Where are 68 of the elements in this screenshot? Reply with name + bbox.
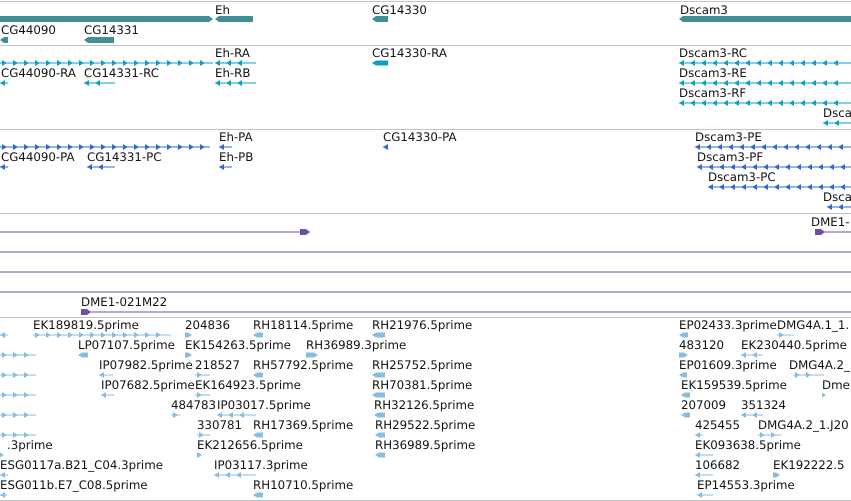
feature-label: CG14330-RA (372, 46, 447, 60)
feature-label: RH70381.5prime (372, 378, 472, 392)
feature-label: .3prime (7, 438, 53, 452)
feature-label: EK154263.5prime (185, 338, 291, 352)
feature-label: DMG4A.2_1.J20 (758, 418, 849, 432)
feature-label: EK164923.5prime (195, 378, 301, 392)
feature-label: 207009 (681, 398, 726, 412)
feature-label: Dscam3 (680, 3, 728, 17)
feature-label: EK159539.5prime (681, 378, 787, 392)
feature-label: Dsca (823, 190, 851, 204)
feature-label: EP14553.3prime (697, 478, 795, 492)
feature-label: DMG4A.1_1. (777, 318, 850, 332)
feature-label: DMG4A.2_ (789, 358, 850, 372)
feature-label: RH17369.5prime (253, 418, 354, 432)
feature-label: LP07107.5prime (78, 338, 175, 352)
feature-label: Eh-RA (215, 46, 250, 60)
feature-label: 106682 (695, 458, 740, 472)
feature-label: CG14331 (84, 23, 139, 37)
feature-label: Dscam3-RE (679, 66, 747, 80)
feature-label: Dscam3-PF (697, 150, 764, 164)
feature-label: CG14331-PC (87, 150, 162, 164)
feature-label: RH36989.5prime (375, 438, 476, 452)
feature-label: EK192222.5 (773, 458, 844, 472)
feature-label: RH29522.5prime (375, 418, 476, 432)
feature-label: EP02433.3prime (679, 318, 777, 332)
feature-label: IP03117.3prime (214, 458, 308, 472)
feature-label: RH18114.5prime (253, 318, 354, 332)
feature-label: Dscam3-PE (695, 130, 762, 144)
feature-label: EK212656.5prime (197, 438, 303, 452)
feature-label: Dscam3-PC (708, 170, 776, 184)
feature-label: Dscam3-RF (679, 86, 746, 100)
feature-label: IP07982.5prime (99, 358, 193, 372)
feature-label: CG14330-PA (383, 130, 457, 144)
feature-label: RH36989.3prime (306, 338, 406, 352)
feature-label: CG44090-RA (1, 66, 76, 80)
feature-label: Dmel (822, 378, 851, 392)
feature-label: IP07682.5prime (101, 378, 195, 392)
feature-label: CG44090 (1, 23, 56, 37)
feature-label: Eh-RB (215, 66, 250, 80)
feature-label: EK230440.5prime (741, 338, 847, 352)
feature-label: RH32126.5prime (374, 398, 474, 412)
feature-label: ESG0117a.B21_C04.3prime (0, 458, 163, 472)
feature-label: IP03017.5prime (217, 398, 311, 412)
feature-label: RH10710.5prime (253, 478, 354, 492)
feature-label: EK189819.5prime (33, 318, 139, 332)
feature-label: RH57792.5prime (253, 358, 354, 372)
feature-label: Dscam3-RC (679, 46, 748, 60)
feature-label: CG14330 (372, 3, 427, 17)
feature-label: Dsca (823, 106, 851, 120)
feature-label: Eh (215, 3, 230, 17)
feature-label: DME1-021M22 (81, 295, 168, 309)
feature-label: EP01609.3prime (679, 358, 777, 372)
feature-label: 330781 (197, 418, 242, 432)
feature-label: DME1- (811, 215, 850, 229)
feature-label: Eh-PA (219, 130, 253, 144)
feature-label: ESG011b.E7_C08.5prime (0, 478, 148, 492)
feature-label: 483120 (679, 338, 724, 352)
feature-label: 204836 (185, 318, 230, 332)
feature-label: CG44090-PA (1, 150, 75, 164)
feature-label: Eh-PB (219, 150, 254, 164)
feature-label: EK093638.5prime (695, 438, 801, 452)
feature-label: 351324 (741, 398, 786, 412)
feature-label: 484783 (171, 398, 216, 412)
feature-label: RH21976.5prime (372, 318, 472, 332)
feature-label: 425455 (695, 418, 740, 432)
feature-label: RH25752.5prime (372, 358, 472, 372)
feature-label: 218527 (195, 358, 240, 372)
feature-label: CG14331-RC (84, 66, 160, 80)
